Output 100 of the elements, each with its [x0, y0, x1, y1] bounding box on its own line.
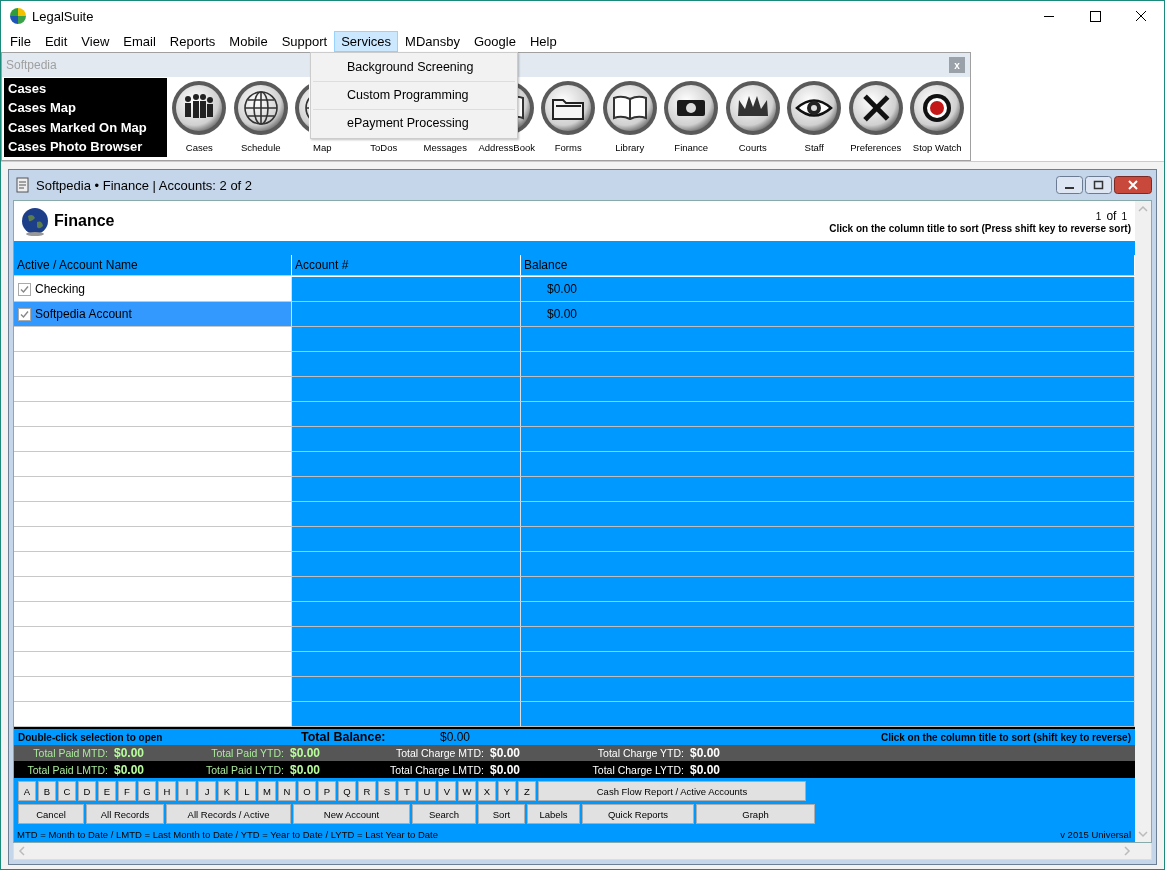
- table-cell[interactable]: [521, 477, 1135, 502]
- menu-item[interactable]: MDansby: [398, 31, 467, 52]
- menu-item[interactable]: Reports: [162, 31, 223, 52]
- letter-button[interactable]: M: [258, 781, 276, 801]
- cases-link[interactable]: Cases Marked On Map: [8, 119, 167, 135]
- table-cell[interactable]: [521, 527, 1135, 552]
- column-header[interactable]: Balance: [521, 255, 1135, 276]
- horizontal-scrollbar[interactable]: [13, 843, 1152, 860]
- table-cell[interactable]: [292, 327, 521, 352]
- menu-item[interactable]: File: [3, 31, 38, 52]
- toolbar-label[interactable]: AddressBook: [478, 142, 535, 153]
- letter-button[interactable]: J: [198, 781, 216, 801]
- cases-link[interactable]: Cases Map: [8, 100, 167, 116]
- letter-button[interactable]: W: [458, 781, 476, 801]
- menu-item[interactable]: Mobile: [222, 31, 275, 52]
- table-cell[interactable]: [292, 377, 521, 402]
- table-cell[interactable]: [14, 477, 292, 502]
- table-cell[interactable]: [292, 427, 521, 452]
- letter-button[interactable]: P: [318, 781, 336, 801]
- toolbar-label[interactable]: Messages: [423, 142, 467, 153]
- table-cell[interactable]: $0.00: [521, 277, 1135, 302]
- table-cell[interactable]: [292, 577, 521, 602]
- table-cell[interactable]: [521, 427, 1135, 452]
- table-cell[interactable]: [521, 652, 1135, 677]
- table-cell[interactable]: [292, 477, 521, 502]
- table-cell[interactable]: [14, 527, 292, 552]
- letter-button[interactable]: D: [78, 781, 96, 801]
- letter-button[interactable]: B: [38, 781, 56, 801]
- table-cell[interactable]: [14, 602, 292, 627]
- table-cell[interactable]: [521, 602, 1135, 627]
- letter-button[interactable]: R: [358, 781, 376, 801]
- action-button[interactable]: Graph: [696, 804, 815, 824]
- action-button[interactable]: Labels: [527, 804, 580, 824]
- table-cell[interactable]: [14, 352, 292, 377]
- checkbox[interactable]: [18, 282, 31, 296]
- letter-button[interactable]: Q: [338, 781, 356, 801]
- table-cell[interactable]: [521, 452, 1135, 477]
- toolbar-button[interactable]: Finance: [660, 78, 722, 157]
- letter-button[interactable]: S: [378, 781, 396, 801]
- letter-button[interactable]: V: [438, 781, 456, 801]
- table-cell[interactable]: [14, 702, 292, 727]
- letter-button[interactable]: C: [58, 781, 76, 801]
- table-cell[interactable]: [14, 502, 292, 527]
- vertical-scrollbar[interactable]: [1135, 201, 1151, 842]
- table-cell[interactable]: [14, 427, 292, 452]
- table-cell[interactable]: [14, 402, 292, 427]
- table-cell[interactable]: [292, 702, 521, 727]
- action-button[interactable]: Cancel: [18, 804, 84, 824]
- action-button[interactable]: All Records: [86, 804, 164, 824]
- letter-button[interactable]: I: [178, 781, 196, 801]
- dropdown-item[interactable]: ePayment Processing: [313, 110, 515, 137]
- dropdown-item[interactable]: Background Screening: [313, 54, 515, 82]
- table-cell[interactable]: [292, 302, 521, 327]
- table-cell[interactable]: [292, 652, 521, 677]
- letter-button[interactable]: X: [478, 781, 496, 801]
- table-cell[interactable]: [521, 327, 1135, 352]
- toolbar-button[interactable]: Courts: [722, 78, 784, 157]
- table-cell[interactable]: [14, 327, 292, 352]
- cases-link[interactable]: Cases: [8, 81, 167, 97]
- table-cell[interactable]: [521, 377, 1135, 402]
- table-cell[interactable]: [14, 677, 292, 702]
- action-button[interactable]: Sort: [478, 804, 525, 824]
- table-cell[interactable]: [521, 352, 1135, 377]
- action-button[interactable]: Quick Reports: [582, 804, 694, 824]
- table-cell[interactable]: [521, 702, 1135, 727]
- checkbox[interactable]: [18, 307, 31, 321]
- letter-button[interactable]: G: [138, 781, 156, 801]
- table-cell[interactable]: [292, 602, 521, 627]
- table-cell[interactable]: [292, 552, 521, 577]
- table-cell[interactable]: [14, 652, 292, 677]
- menu-item[interactable]: Support: [274, 31, 335, 52]
- letter-button[interactable]: T: [398, 781, 416, 801]
- letter-button[interactable]: A: [18, 781, 36, 801]
- table-cell[interactable]: [292, 527, 521, 552]
- table-cell[interactable]: [521, 677, 1135, 702]
- toolbar-button[interactable]: Schedule: [230, 78, 292, 157]
- column-header[interactable]: Account #: [292, 255, 521, 276]
- letter-button[interactable]: E: [98, 781, 116, 801]
- table-cell[interactable]: [292, 627, 521, 652]
- toolbar-button[interactable]: Library: [599, 78, 661, 157]
- table-cell[interactable]: [521, 402, 1135, 427]
- action-button[interactable]: Search: [412, 804, 476, 824]
- letter-button[interactable]: N: [278, 781, 296, 801]
- table-cell[interactable]: [521, 577, 1135, 602]
- toolbar-label[interactable]: ToDos: [370, 142, 398, 153]
- table-cell[interactable]: [292, 402, 521, 427]
- letter-button[interactable]: K: [218, 781, 236, 801]
- menu-item[interactable]: Services: [334, 31, 399, 52]
- toolbar-button[interactable]: Staff: [783, 78, 845, 157]
- table-cell[interactable]: [292, 677, 521, 702]
- minimize-icon[interactable]: [1056, 176, 1083, 194]
- table-cell[interactable]: [14, 552, 292, 577]
- table-cell[interactable]: Checking: [14, 277, 292, 302]
- cases-link[interactable]: Cases Photo Browser: [8, 138, 167, 154]
- table-cell[interactable]: [14, 452, 292, 477]
- menu-item[interactable]: View: [74, 31, 117, 52]
- toolbar-label[interactable]: Map: [313, 142, 332, 153]
- table-cell[interactable]: [292, 277, 521, 302]
- action-button[interactable]: All Records / Active: [166, 804, 291, 824]
- table-cell[interactable]: [14, 377, 292, 402]
